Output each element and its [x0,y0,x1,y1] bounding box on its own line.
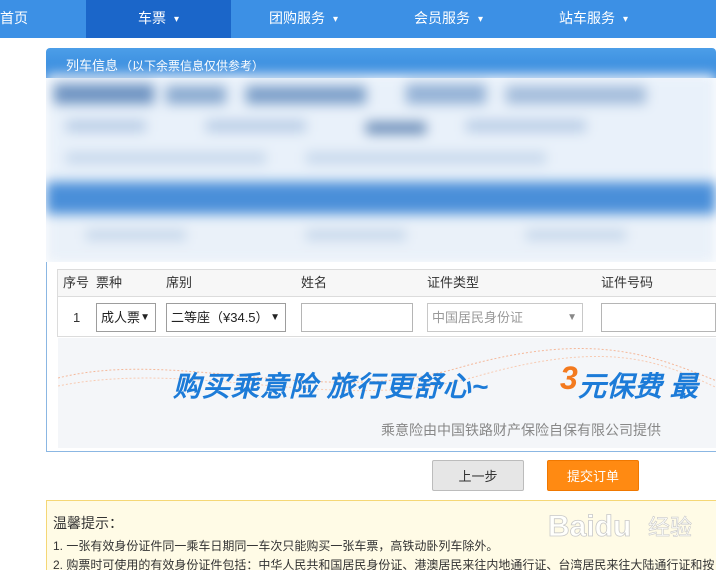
train-info-note: （以下余票信息仅供参考） [120,59,265,73]
nav-member-service-label: 会员服务 [413,10,470,26]
header-name: 姓名 [301,275,328,290]
nav-home-label: 首页 [0,10,28,26]
seat-class-value: 二等座（¥34.5） [171,310,269,325]
header-id-number: 证件号码 [601,275,654,290]
nav-home[interactable]: 首页 [0,0,30,38]
header-id-type: 证件类型 [427,275,480,290]
chevron-down-icon: ▾ [477,14,484,25]
header-index: 序号 [63,275,90,290]
chevron-down-icon: ▾ [332,14,339,25]
id-type-value: 中国居民身份证 [432,310,524,325]
id-number-input[interactable] [601,303,716,332]
header-seat-class: 席别 [166,275,193,290]
nav-group-service[interactable]: 团购服务 ▾ [231,0,376,38]
submit-order-button[interactable]: 提交订单 [547,460,639,491]
train-info-title: 列车信息 （以下余票信息仅供参考） [66,55,264,74]
nav-tickets[interactable]: 车票 ▾ [86,0,231,38]
passenger-name-input[interactable] [301,303,413,332]
insurance-slogan: 购买乘意险 旅行更舒心~ [173,371,490,402]
train-info-panel: 列车信息 （以下余票信息仅供参考） [46,48,716,264]
chevron-down-icon: ▾ [173,14,180,25]
insurance-price-text: 元保费 最 [578,371,698,402]
baidu-watermark-icon: Baidu 经验 [548,510,692,542]
passenger-index: 1 [73,310,81,325]
nav-member-service[interactable]: 会员服务 ▾ [376,0,521,38]
nav-station-service[interactable]: 站车服务 ▾ [521,0,666,38]
nav-tickets-label: 车票 [137,10,166,26]
blurred-train-details [46,74,716,264]
train-info-title-text: 列车信息 [66,58,119,73]
tips-line-2: 2. 购票时可使用的有效身份证件包括：中华人民共和国居民身份证、港澳居民来往内地… [53,558,715,570]
header-ticket-type: 票种 [96,275,123,290]
top-nav-bar: 首页 车票 ▾ 团购服务 ▾ 会员服务 ▾ 站车服务 ▾ [0,0,716,38]
dropdown-arrow-icon: ▼ [567,312,577,323]
tips-title: 温馨提示： [53,515,123,531]
id-type-select[interactable]: 中国居民身份证 ▼ [427,303,583,332]
insurance-price-number: 3 [560,360,578,396]
watermark-suffix: 经验 [648,516,692,541]
dropdown-arrow-icon: ▼ [270,312,280,323]
prev-step-button[interactable]: 上一步 [432,460,524,491]
dropdown-arrow-icon: ▼ [140,312,150,323]
seat-class-select[interactable]: 二等座（¥34.5） ▼ [166,303,286,332]
watermark-brand: Baidu [548,510,631,542]
chevron-down-icon: ▾ [622,14,629,25]
nav-group-service-label: 团购服务 [268,10,325,26]
ticket-type-value: 成人票 [101,310,141,325]
tips-line-1: 1. 一张有效身份证件同一乘车日期同一车次只能购买一张车票，高铁动卧列车除外。 [53,539,499,553]
ticket-type-select[interactable]: 成人票 ▼ [96,303,156,332]
nav-station-service-label: 站车服务 [558,10,615,26]
insurance-provider: 乘意险由中国铁路财产保险自保有限公司提供 [381,422,661,438]
insurance-banner[interactable]: 购买乘意险 旅行更舒心~ 3 元保费 最 乘意险由中国铁路财产保险自保有限公司提… [58,338,716,448]
